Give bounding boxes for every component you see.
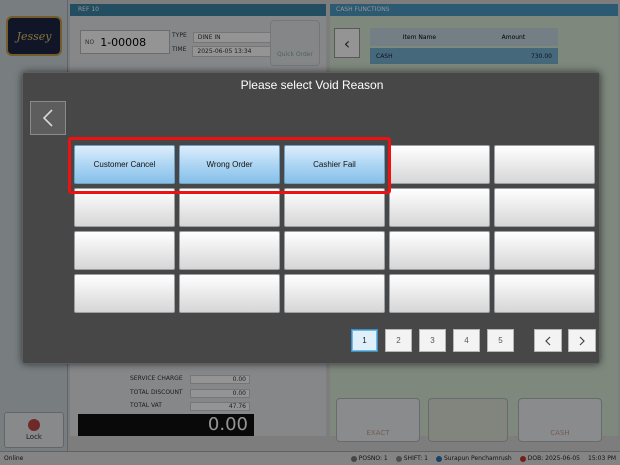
chevron-right-icon bbox=[579, 336, 585, 345]
page-nav bbox=[534, 329, 596, 352]
next-page-button[interactable] bbox=[568, 329, 596, 352]
empty-reason-slot[interactable] bbox=[284, 274, 385, 313]
empty-reason-slot[interactable] bbox=[284, 188, 385, 227]
prev-page-button[interactable] bbox=[534, 329, 562, 352]
empty-reason-slot[interactable] bbox=[74, 231, 175, 270]
void-reason-dialog: Please select Void Reason Customer Cance… bbox=[22, 72, 600, 364]
page-button[interactable]: 3 bbox=[419, 329, 446, 352]
empty-reason-slot[interactable] bbox=[389, 188, 490, 227]
chevron-left-icon bbox=[545, 336, 551, 345]
empty-reason-slot[interactable] bbox=[494, 274, 595, 313]
empty-reason-slot[interactable] bbox=[389, 145, 490, 184]
page-button[interactable]: 5 bbox=[487, 329, 514, 352]
empty-reason-slot[interactable] bbox=[389, 274, 490, 313]
pagination: 12345 bbox=[351, 329, 514, 352]
empty-reason-slot[interactable] bbox=[284, 231, 385, 270]
back-button[interactable] bbox=[30, 101, 66, 135]
page-button[interactable]: 2 bbox=[385, 329, 412, 352]
chevron-left-icon bbox=[42, 109, 53, 127]
dialog-title: Please select Void Reason bbox=[240, 78, 384, 92]
void-reason-button[interactable]: Wrong Order bbox=[179, 145, 280, 184]
reason-grid: Customer Cancel Wrong Order Cashier Fail bbox=[74, 145, 595, 313]
empty-reason-slot[interactable] bbox=[74, 274, 175, 313]
empty-reason-slot[interactable] bbox=[179, 188, 280, 227]
empty-reason-slot[interactable] bbox=[494, 188, 595, 227]
page-button[interactable]: 1 bbox=[351, 329, 378, 352]
empty-reason-slot[interactable] bbox=[179, 274, 280, 313]
void-reason-button[interactable]: Customer Cancel bbox=[74, 145, 175, 184]
empty-reason-slot[interactable] bbox=[74, 188, 175, 227]
page-button[interactable]: 4 bbox=[453, 329, 480, 352]
empty-reason-slot[interactable] bbox=[389, 231, 490, 270]
empty-reason-slot[interactable] bbox=[494, 145, 595, 184]
empty-reason-slot[interactable] bbox=[179, 231, 280, 270]
empty-reason-slot[interactable] bbox=[494, 231, 595, 270]
void-reason-button[interactable]: Cashier Fail bbox=[284, 145, 385, 184]
